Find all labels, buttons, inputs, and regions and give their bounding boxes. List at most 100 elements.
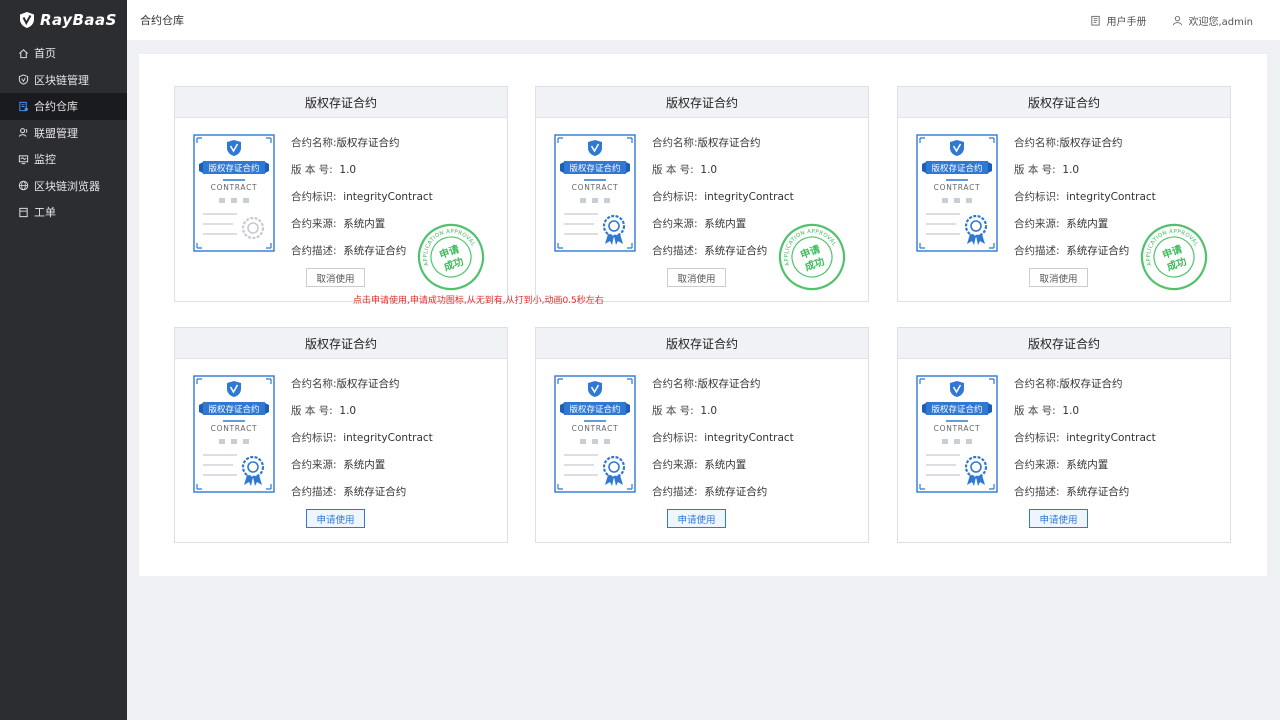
user-manual-label: 用户手册: [1106, 16, 1147, 28]
contract-name-row: 合约名称: 版权存证合约: [652, 129, 794, 156]
svg-text:版权存证合约: 版权存证合约: [931, 404, 982, 415]
contract-version: 1.0: [339, 404, 357, 417]
contract-version: 1.0: [1062, 163, 1080, 176]
welcome-text: 欢迎您,admin: [1188, 16, 1253, 28]
users-icon: [18, 127, 29, 138]
design-annotation: 点击申请使用,申请成功图标,从无到有,从打到小,动画0.5秒左右: [353, 296, 604, 306]
contract-info: 合约名称: 版权存证合约 版 本 号: 1.0 合约标识: integrityCo…: [1014, 370, 1156, 505]
certificate-icon: 版权存证合约 CONTRACT: [193, 134, 275, 252]
contract-desc-row: 合约描述: 系统存证合约: [652, 478, 794, 505]
sidebar-item-alliance-management[interactable]: 联盟管理: [0, 120, 127, 147]
contract-id-row: 合约标识: integrityContract: [652, 424, 794, 451]
field-label: 合约名称:: [652, 137, 698, 149]
contract-name-row: 合约名称: 版权存证合约: [1014, 370, 1156, 397]
field-label: 版 本 号:: [291, 164, 333, 176]
contract-version-row: 版 本 号: 1.0: [652, 156, 794, 183]
contract-source: 系统内置: [1066, 218, 1109, 230]
logo[interactable]: RayBaaS: [0, 0, 127, 40]
contract-version: 1.0: [339, 163, 357, 176]
user-icon: [1173, 15, 1183, 25]
field-label: 合约来源:: [1014, 459, 1060, 471]
contract-info: 合约名称: 版权存证合约 版 本 号: 1.0 合约标识: integrityCo…: [291, 370, 433, 505]
contract-name: 版权存证合约: [1059, 378, 1123, 390]
card-title: 版权存证合约: [175, 87, 507, 118]
contract-card: 版权存证合约 版权存证合约 CONTRACT 合约名称: 版权存证合约 版 本 …: [897, 327, 1231, 543]
sidebar-item-blockchain-management[interactable]: 区块链管理: [0, 67, 127, 94]
contract-source: 系统内置: [343, 459, 386, 471]
cancel-use-button[interactable]: 取消使用: [1029, 268, 1088, 287]
contract-desc-row: 合约描述: 系统存证合约: [291, 478, 433, 505]
contract-name: 版权存证合约: [336, 378, 400, 390]
contract-name-row: 合约名称: 版权存证合约: [291, 129, 433, 156]
contract-version-row: 版 本 号: 1.0: [652, 397, 794, 424]
card-title: 版权存证合约: [536, 328, 868, 359]
contract-id: integrityContract: [1066, 190, 1156, 203]
field-label: 合约名称:: [1014, 378, 1060, 390]
field-label: 合约来源:: [291, 459, 337, 471]
contract-source-row: 合约来源: 系统内置: [652, 210, 794, 237]
contract-version-row: 版 本 号: 1.0: [1014, 397, 1156, 424]
apply-use-button[interactable]: 申请使用: [667, 509, 726, 528]
contract-name: 版权存证合约: [697, 137, 761, 149]
user-menu[interactable]: 欢迎您,admin: [1172, 13, 1253, 28]
contract-id: integrityContract: [343, 431, 433, 444]
sidebar-item-blockchain-explorer[interactable]: 区块链浏览器: [0, 173, 127, 200]
contract-card: 版权存证合约 版权存证合约 CONTRACT 合约名称: 版权存证合约 版 本 …: [535, 327, 869, 543]
field-label: 合约来源:: [652, 218, 698, 230]
sidebar-item-home[interactable]: 首页: [0, 40, 127, 67]
svg-text:版权存证合约: 版权存证合约: [931, 163, 982, 174]
cancel-use-button[interactable]: 取消使用: [306, 268, 365, 287]
manual-icon: [1091, 15, 1101, 26]
field-label: 合约标识:: [1014, 432, 1060, 444]
globe-icon: [18, 180, 29, 191]
card-title: 版权存证合约: [175, 328, 507, 359]
contract-name: 版权存证合约: [697, 378, 761, 390]
sidebar-item-label: 合约仓库: [34, 100, 78, 114]
svg-text:版权存证合约: 版权存证合约: [208, 163, 259, 174]
field-label: 合约来源:: [1014, 218, 1060, 230]
contract-source-row: 合约来源: 系统内置: [291, 210, 433, 237]
certificate-icon: 版权存证合约 CONTRACT: [916, 375, 998, 493]
contract-desc-row: 合约描述: 系统存证合约: [1014, 478, 1156, 505]
contract-source: 系统内置: [704, 459, 747, 471]
sidebar-item-monitor[interactable]: 监控: [0, 146, 127, 173]
contract-id-row: 合约标识: integrityContract: [291, 424, 433, 451]
app-name: RayBaaS: [40, 11, 117, 29]
contract-name-row: 合约名称: 版权存证合约: [1014, 129, 1156, 156]
field-label: 版 本 号:: [652, 164, 694, 176]
field-label: 合约名称:: [291, 137, 337, 149]
contract-source-row: 合约来源: 系统内置: [1014, 451, 1156, 478]
certificate-icon: 版权存证合约 CONTRACT: [554, 134, 636, 252]
header-actions: 用户手册 欢迎您,admin: [1064, 0, 1253, 40]
svg-text:CONTRACT: CONTRACT: [934, 183, 981, 192]
contract-version: 1.0: [700, 163, 718, 176]
field-label: 合约描述:: [652, 486, 698, 498]
field-label: 合约描述:: [1014, 486, 1060, 498]
certificate-icon: 版权存证合约 CONTRACT: [554, 375, 636, 493]
user-manual-link[interactable]: 用户手册: [1090, 13, 1146, 28]
sidebar-item-ticket[interactable]: 工单: [0, 199, 127, 226]
shield-icon: [18, 74, 29, 85]
contract-desc: 系统存证合约: [343, 245, 407, 257]
contract-name-row: 合约名称: 版权存证合约: [291, 370, 433, 397]
field-label: 合约名称:: [652, 378, 698, 390]
field-label: 版 本 号:: [1014, 405, 1056, 417]
contract-source-row: 合约来源: 系统内置: [652, 451, 794, 478]
contract-desc: 系统存证合约: [1066, 486, 1130, 498]
card-title: 版权存证合约: [536, 87, 868, 118]
contract-card: 版权存证合约 版权存证合约 CONTRACT 合约名称: 版权存证合约 版 本 …: [897, 86, 1231, 302]
contract-desc: 系统存证合约: [1066, 245, 1130, 257]
apply-use-button[interactable]: 申请使用: [306, 509, 365, 528]
cancel-use-button[interactable]: 取消使用: [667, 268, 726, 287]
sidebar-item-contract-repository[interactable]: 合约仓库: [0, 93, 127, 120]
field-label: 合约描述:: [291, 486, 337, 498]
contract-name: 版权存证合约: [1059, 137, 1123, 149]
field-label: 合约来源:: [291, 218, 337, 230]
svg-text:CONTRACT: CONTRACT: [211, 183, 258, 192]
apply-use-button[interactable]: 申请使用: [1029, 509, 1088, 528]
field-label: 合约描述:: [652, 245, 698, 257]
contract-source: 系统内置: [704, 218, 747, 230]
contract-card: 版权存证合约 版权存证合约 CONTRACT 合约名称: 版权存证合约 版 本 …: [174, 86, 508, 302]
svg-text:CONTRACT: CONTRACT: [572, 183, 619, 192]
svg-text:CONTRACT: CONTRACT: [572, 424, 619, 433]
